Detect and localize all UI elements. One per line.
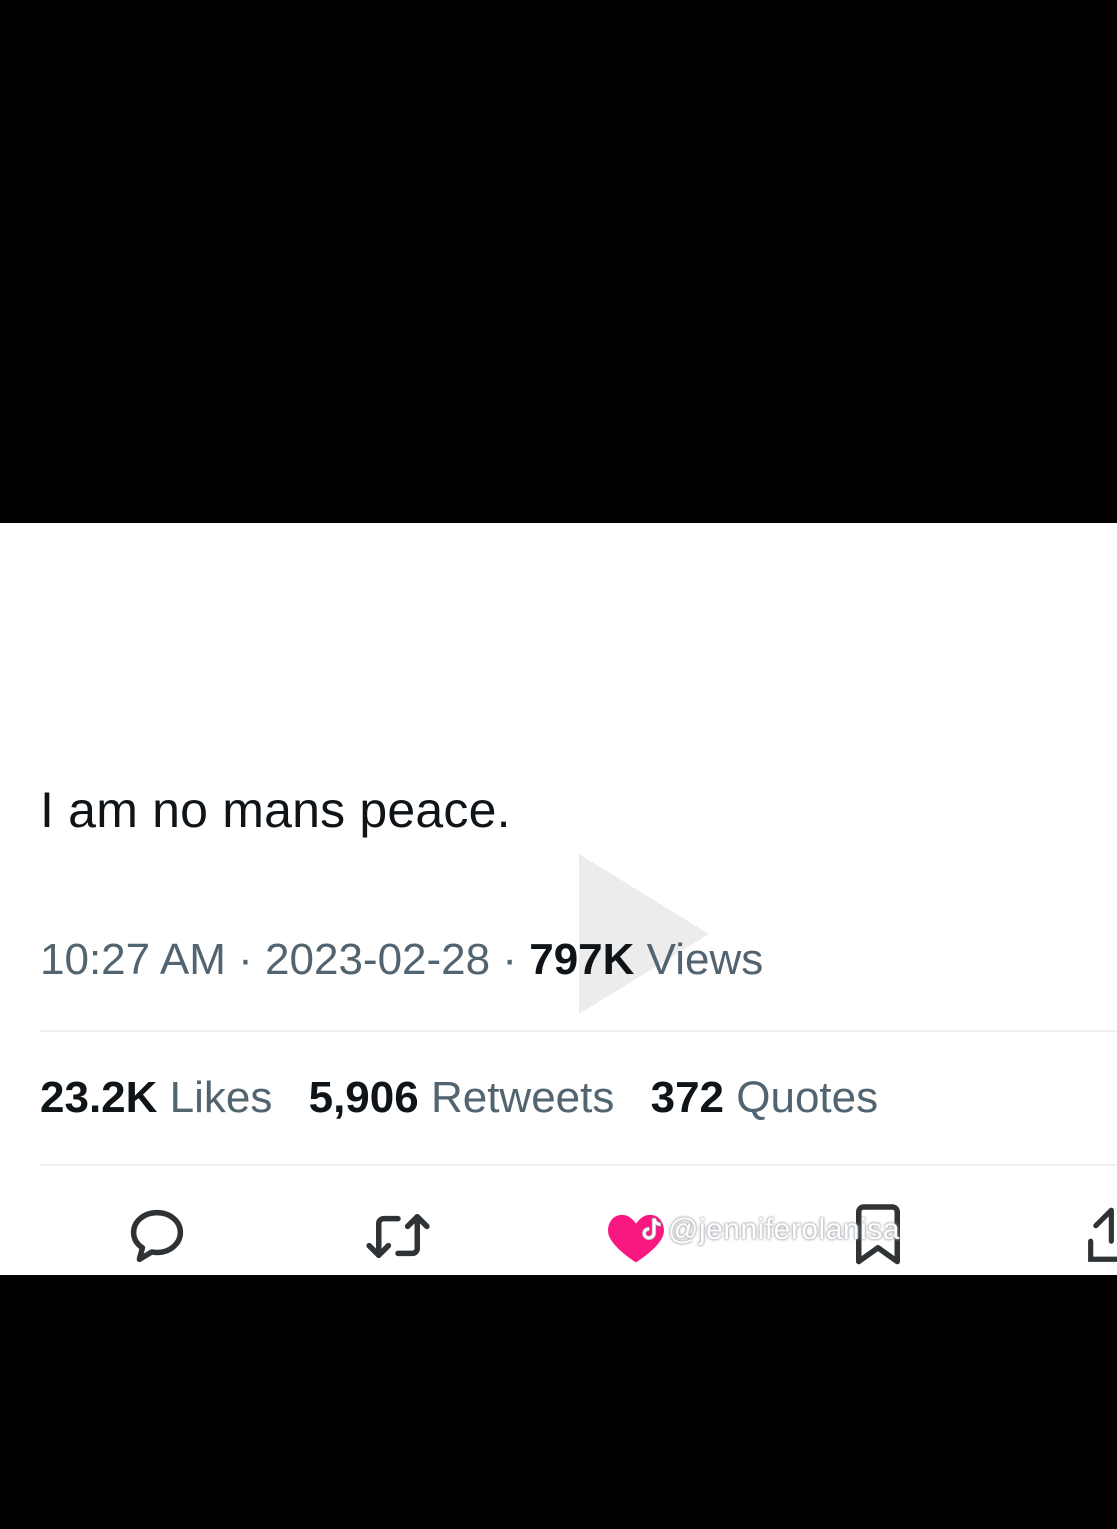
likes-count: 23.2K <box>40 1073 158 1122</box>
retweets-count: 5,906 <box>308 1073 419 1122</box>
tweet-card: I am no mans peace. 10:27 AM · 2023-02-2… <box>0 523 1117 1275</box>
reply-icon[interactable] <box>124 1203 190 1269</box>
retweets-label: Retweets <box>430 1073 615 1122</box>
likes-stat[interactable]: 23.2K Likes <box>40 1073 272 1122</box>
play-icon <box>579 854 709 1014</box>
tweet-date: 2023-02-28 <box>265 935 491 984</box>
tiktok-logo-icon <box>642 1217 662 1241</box>
views-count: 797K <box>529 935 635 984</box>
divider <box>40 1164 1117 1166</box>
divider <box>40 1030 1117 1032</box>
meta-separator: · <box>238 935 253 984</box>
video-letterbox-top <box>0 0 1117 523</box>
quotes-label: Quotes <box>736 1073 879 1122</box>
watermark-handle: @jenniferolanisa <box>668 1213 900 1246</box>
tweet-time: 10:27 AM <box>40 935 226 984</box>
quotes-count: 372 <box>650 1073 725 1122</box>
likes-label: Likes <box>169 1073 273 1122</box>
retweet-icon[interactable] <box>360 1203 436 1269</box>
tiktok-watermark: @jenniferolanisa <box>640 1213 900 1247</box>
meta-separator: · <box>502 935 517 984</box>
share-icon[interactable] <box>1085 1205 1117 1267</box>
video-letterbox-bottom <box>0 1275 1117 1529</box>
views-label: Views <box>646 935 764 984</box>
tweet-stats: 23.2K Likes 5,906 Retweets 372 Quotes <box>40 1073 902 1123</box>
retweets-stat[interactable]: 5,906 Retweets <box>309 1073 615 1122</box>
quotes-stat[interactable]: 372 Quotes <box>651 1073 879 1122</box>
tweet-text: I am no mans peace. <box>40 782 511 838</box>
tweet-meta: 10:27 AM · 2023-02-28 · 797K Views <box>40 935 763 985</box>
